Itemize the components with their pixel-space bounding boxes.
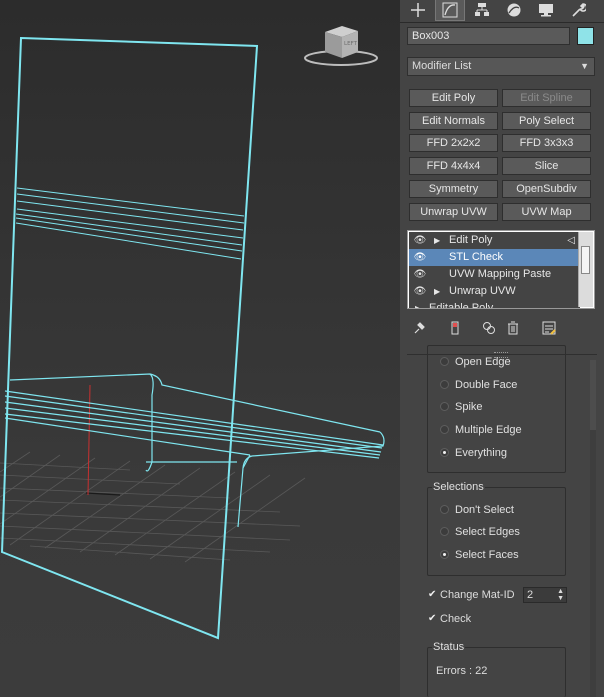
modifier-stack[interactable]: 👁 ▶ Edit Poly ◁ 👁 STL Check 👁 UVW Mappin…: [407, 230, 595, 309]
radio-label: Select Faces: [455, 549, 519, 561]
expand-triangle-icon[interactable]: ▶: [434, 283, 440, 300]
create-tab[interactable]: [404, 0, 432, 20]
stack-item-label: Editable Poly: [429, 302, 494, 309]
radio-icon: [440, 505, 449, 514]
modifier-button-edit-spline[interactable]: Edit Spline: [502, 89, 591, 107]
ground-grid: [0, 451, 306, 563]
scene-canvas: LEFT: [0, 26, 385, 640]
modifier-list-label: Modifier List: [412, 60, 472, 72]
hierarchy-icon: [475, 3, 489, 16]
stack-item-edit-poly[interactable]: 👁 ▶ Edit Poly ◁: [409, 232, 580, 249]
eye-icon[interactable]: 👁: [413, 283, 427, 300]
eye-icon[interactable]: 👁: [413, 249, 427, 266]
radio-label: Open Edge: [455, 356, 511, 368]
check-options-group: Open Edge Double Face Spike Multiple Edg…: [427, 345, 566, 473]
subobject-flag-icon: ◁: [567, 235, 575, 246]
display-icon: [539, 4, 553, 17]
modifier-button-edit-normals[interactable]: Edit Normals: [409, 112, 498, 130]
pin-stack-icon[interactable]: [410, 319, 428, 337]
command-panel: Box003 Modifier List ▼ Edit Poly Edit Sp…: [400, 0, 604, 697]
radio-icon: [440, 448, 449, 457]
stack-item-uvw-mapping-paste[interactable]: 👁 UVW Mapping Paste: [409, 266, 580, 283]
selections-title: Selections: [432, 481, 485, 493]
command-panel-tabs: [400, 0, 604, 23]
radio-icon: [440, 380, 449, 389]
dropdown-arrow-icon: ▼: [580, 61, 589, 71]
wrench-icon: [572, 3, 586, 17]
modify-tab[interactable]: [435, 0, 465, 21]
motion-icon: [507, 3, 521, 17]
configure-modifier-sets-icon[interactable]: [540, 319, 558, 337]
status-title: Status: [432, 641, 466, 653]
spinner-arrows-icon[interactable]: ▲ ▼: [557, 588, 564, 602]
stack-toolbar: [407, 317, 595, 339]
display-tab[interactable]: [532, 0, 560, 20]
object-name-field[interactable]: Box003: [407, 27, 570, 45]
status-group: Status Errors : 22: [427, 641, 566, 697]
stack-item-label: Unwrap UVW: [449, 285, 516, 297]
change-mat-id-label: Change Mat-ID: [440, 589, 515, 601]
plus-icon: [411, 3, 425, 17]
modifier-button-symmetry[interactable]: Symmetry: [409, 180, 498, 198]
modifier-button-edit-poly[interactable]: Edit Poly: [409, 89, 498, 107]
make-unique-icon[interactable]: [480, 319, 498, 337]
modifier-button-uvw-map[interactable]: UVW Map: [502, 203, 591, 221]
status-errors-text: Errors : 22: [436, 665, 488, 677]
object-color-swatch[interactable]: [577, 27, 594, 45]
hierarchy-tab[interactable]: [468, 0, 496, 20]
modifier-button-ffd-2x2x2[interactable]: FFD 2x2x2: [409, 134, 498, 152]
eye-icon[interactable]: 👁: [413, 232, 427, 249]
radio-label: Select Edges: [455, 526, 520, 538]
radio-icon: [440, 550, 449, 559]
modifier-button-slice[interactable]: Slice: [502, 157, 591, 175]
radio-icon: [440, 402, 449, 411]
mat-id-value: 2: [527, 589, 534, 601]
stack-item-stl-check[interactable]: 👁 STL Check: [409, 249, 580, 266]
stack-scrollbar-thumb[interactable]: [581, 246, 590, 274]
modify-curve-icon: [442, 2, 458, 18]
panel-scrollbar-thumb[interactable]: [590, 360, 596, 430]
show-end-result-icon[interactable]: [446, 319, 464, 337]
modifier-button-poly-select[interactable]: Poly Select: [502, 112, 591, 130]
stack-item-label: STL Check: [449, 251, 504, 263]
radio-label: Spike: [455, 401, 483, 413]
panel-scrollbar[interactable]: [590, 360, 596, 697]
radio-label: Don't Select: [455, 504, 514, 516]
stack-item-editable-poly[interactable]: ▶ Editable Poly: [409, 300, 580, 309]
stack-item-unwrap-uvw[interactable]: 👁 ▶ Unwrap UVW: [409, 283, 580, 300]
checkmark-icon: ✔: [428, 613, 437, 624]
modifier-button-unwrap-uvw[interactable]: Unwrap UVW: [409, 203, 498, 221]
utilities-tab[interactable]: [564, 0, 592, 20]
viewcube[interactable]: LEFT: [304, 26, 378, 66]
modifier-list-dropdown[interactable]: Modifier List ▼: [407, 57, 595, 76]
expand-triangle-icon[interactable]: ▶: [434, 232, 440, 249]
radio-label: Double Face: [455, 379, 518, 391]
modifier-button-ffd-3x3x3[interactable]: FFD 3x3x3: [502, 134, 591, 152]
motion-tab[interactable]: [500, 0, 528, 20]
radio-label: Everything: [455, 447, 507, 459]
eye-icon[interactable]: 👁: [413, 266, 427, 283]
radio-icon: [440, 357, 449, 366]
radio-icon: [440, 527, 449, 536]
z-axis: [87, 384, 91, 496]
checkmark-icon: ✔: [428, 589, 437, 600]
selections-group: Selections Don't Select Select Edges Sel…: [427, 481, 566, 576]
modifier-button-ffd-4x4x4[interactable]: FFD 4x4x4: [409, 157, 498, 175]
trash-icon[interactable]: [504, 319, 522, 337]
stack-item-label: UVW Mapping Paste: [449, 268, 552, 280]
mat-id-spinner[interactable]: 2 ▲ ▼: [523, 587, 567, 603]
expand-triangle-icon[interactable]: ▶: [415, 300, 421, 308]
perspective-viewport[interactable]: LEFT: [0, 0, 400, 697]
stack-scrollbar[interactable]: [578, 232, 593, 307]
modifier-button-opensubdiv[interactable]: OpenSubdiv: [502, 180, 591, 198]
radio-icon: [440, 425, 449, 434]
check-label: Check: [440, 613, 472, 625]
viewcube-face-label: LEFT: [344, 41, 358, 47]
radio-label: Multiple Edge: [455, 424, 522, 436]
stack-item-label: Edit Poly: [449, 234, 493, 246]
